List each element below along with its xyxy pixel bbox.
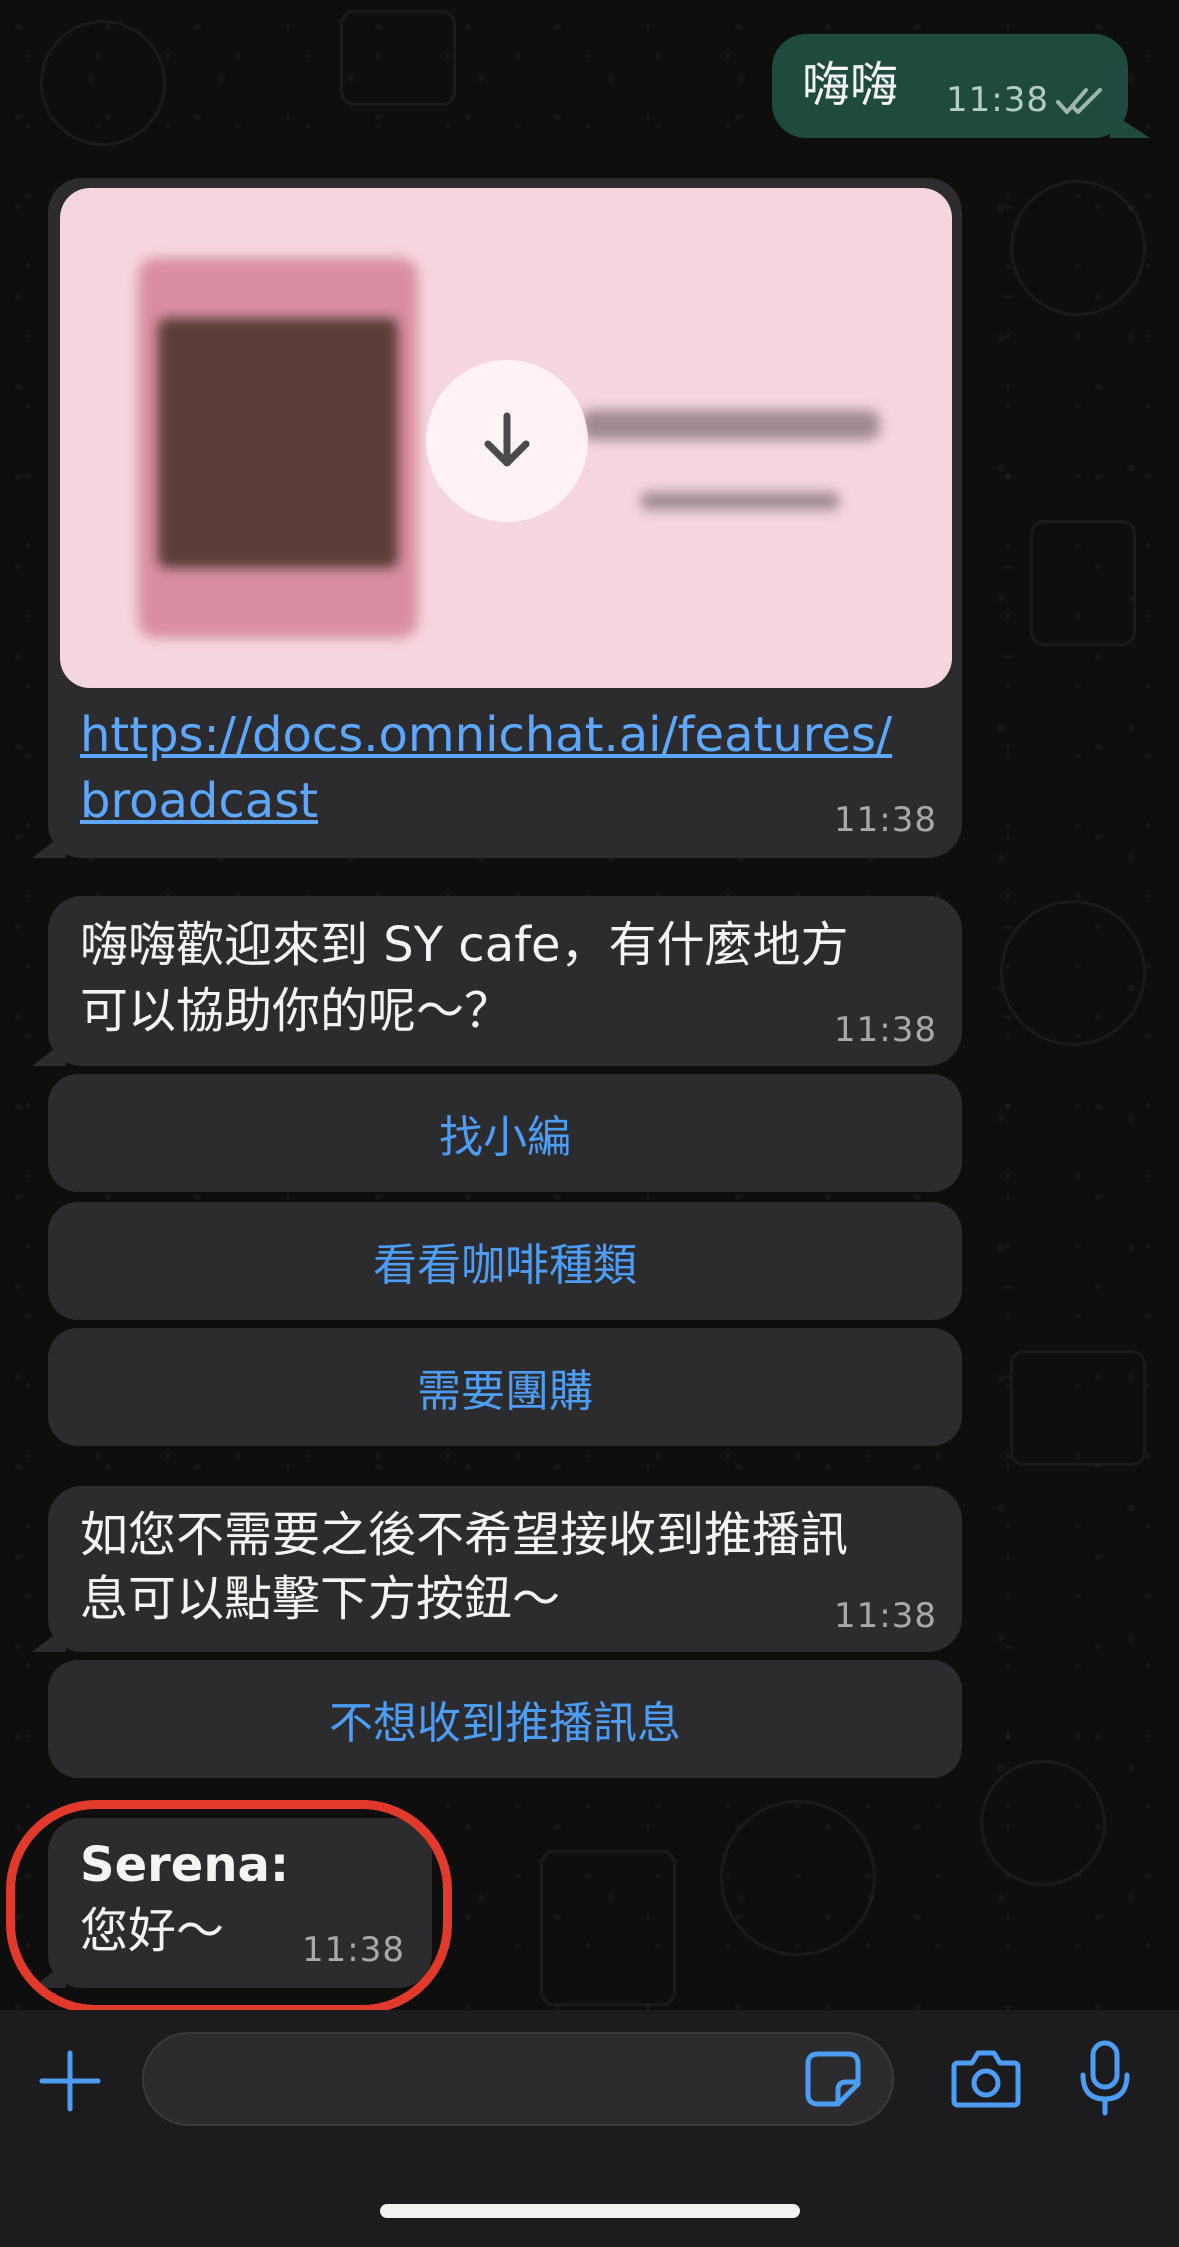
sticker-icon-graphic xyxy=(805,2051,861,2107)
plus-icon-graphic xyxy=(39,2050,101,2112)
background-doodle xyxy=(1010,1350,1146,1466)
camera-icon-graphic xyxy=(951,2050,1021,2108)
background-doodle xyxy=(1010,180,1146,316)
plus-icon[interactable] xyxy=(30,2046,110,2116)
background-doodle xyxy=(40,20,166,146)
unsubscribe-message[interactable]: 如您不需要之後不希望接收到推播訊 息可以點擊下方按鈕～ 11:38 xyxy=(32,1486,962,1652)
link-url-line-2[interactable]: broadcast xyxy=(80,768,318,834)
outgoing-message-time: 11:38 xyxy=(946,80,1049,120)
message-input[interactable] xyxy=(142,2032,894,2126)
welcome-message-time: 11:38 xyxy=(834,1010,937,1050)
background-doodle xyxy=(720,1800,876,1956)
welcome-message-line-1: 嗨嗨歡迎來到 SY cafe，有什麼地方 xyxy=(80,917,849,973)
highlight-annotation xyxy=(6,1800,452,2014)
welcome-message[interactable]: 嗨嗨歡迎來到 SY cafe，有什麼地方 可以協助你的呢～？ 11:38 xyxy=(32,896,962,1066)
bubble-tail xyxy=(32,1626,66,1652)
preview-thumbnail xyxy=(138,258,418,638)
link-url-line-1[interactable]: https://docs.omnichat.ai/features/ xyxy=(80,702,892,768)
background-doodle xyxy=(1000,900,1146,1046)
link-message-time: 11:38 xyxy=(834,800,937,840)
background-doodle xyxy=(540,1850,676,2006)
quick-reply-find-editor[interactable]: 找小編 xyxy=(48,1074,962,1192)
background-doodle xyxy=(1030,520,1136,646)
quick-reply-coffee-types[interactable]: 看看咖啡種類 xyxy=(48,1202,962,1320)
microphone-icon-graphic xyxy=(1080,2040,1130,2116)
outgoing-message[interactable]: 嗨嗨 11:38 xyxy=(772,34,1150,138)
bubble-tail xyxy=(32,1040,66,1066)
home-indicator[interactable] xyxy=(380,2204,800,2218)
preview-title-blur xyxy=(580,410,880,440)
bubble-tail xyxy=(32,832,66,858)
background-doodle xyxy=(340,10,456,106)
unsubscribe-message-time: 11:38 xyxy=(834,1596,937,1636)
arrow-down-icon xyxy=(484,412,530,467)
camera-icon[interactable] xyxy=(946,2042,1026,2116)
preview-subtitle-blur xyxy=(640,492,840,510)
double-check-icon xyxy=(1056,88,1102,114)
sticker-icon[interactable] xyxy=(800,2046,866,2112)
download-button[interactable] xyxy=(426,360,588,522)
microphone-icon[interactable] xyxy=(1070,2036,1140,2120)
unsubscribe-button[interactable]: 不想收到推播訊息 xyxy=(48,1660,962,1778)
unsubscribe-message-line-1: 如您不需要之後不希望接收到推播訊 xyxy=(80,1507,849,1563)
unsubscribe-message-line-2: 息可以點擊下方按鈕～ xyxy=(80,1571,561,1627)
quick-reply-group-buy[interactable]: 需要團購 xyxy=(48,1328,962,1446)
preview-thumbnail-photo xyxy=(158,318,398,568)
link-preview-image[interactable] xyxy=(60,188,952,688)
bubble-tail xyxy=(1110,112,1150,138)
welcome-message-line-2: 可以協助你的呢～？ xyxy=(80,983,513,1039)
outgoing-message-text: 嗨嗨 xyxy=(802,57,899,113)
background-doodle xyxy=(980,1760,1106,1886)
